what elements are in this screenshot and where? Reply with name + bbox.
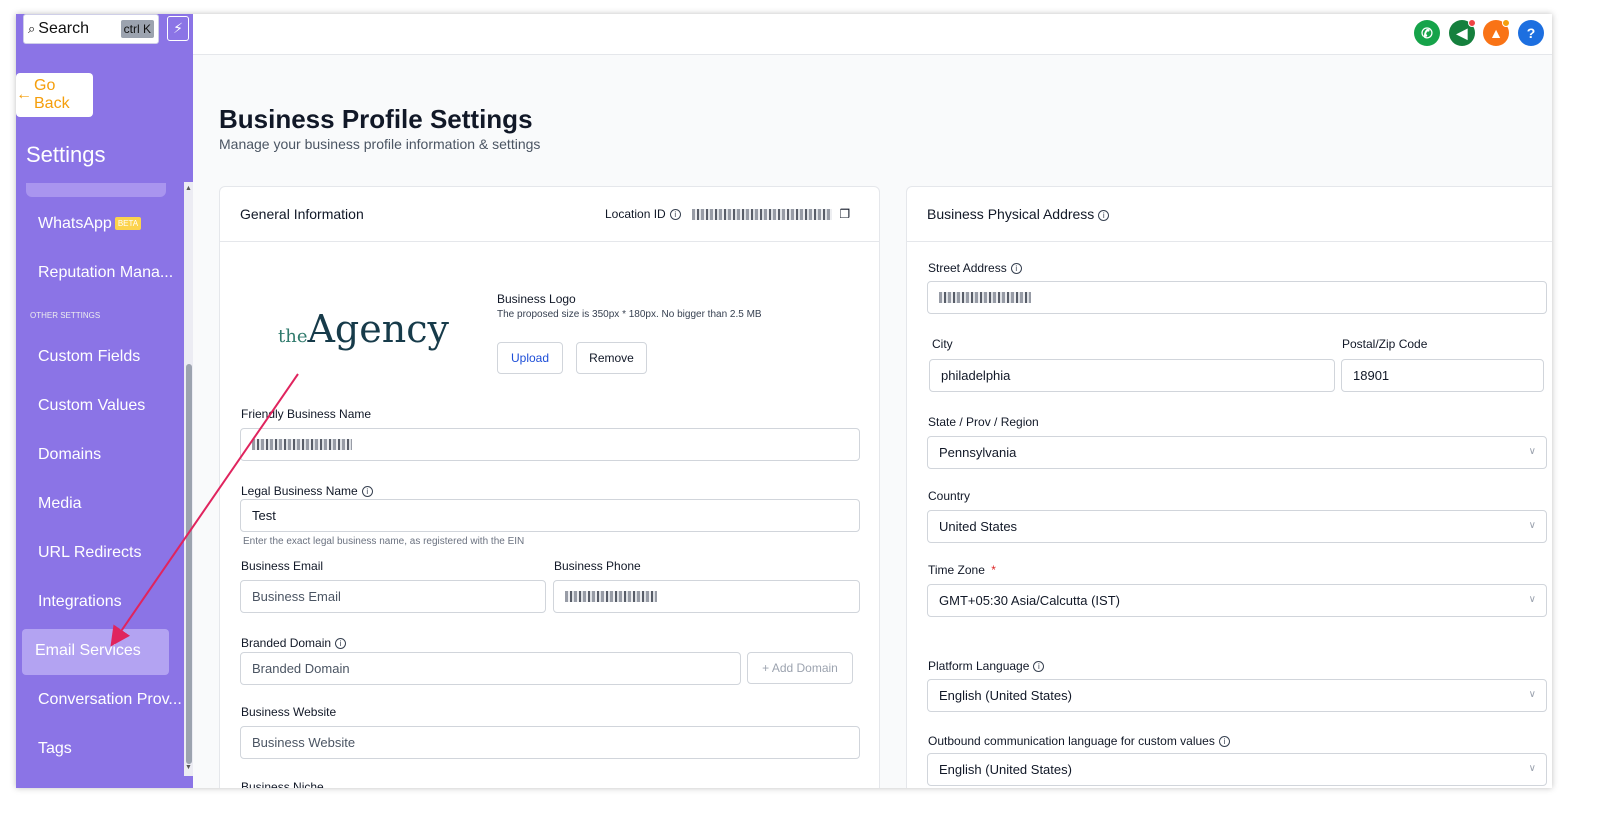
annotation-arrow bbox=[110, 373, 299, 647]
app-window: ⌕ Search ctrl K ⚡︎ ← Go Back Settings Wh… bbox=[16, 14, 1552, 788]
